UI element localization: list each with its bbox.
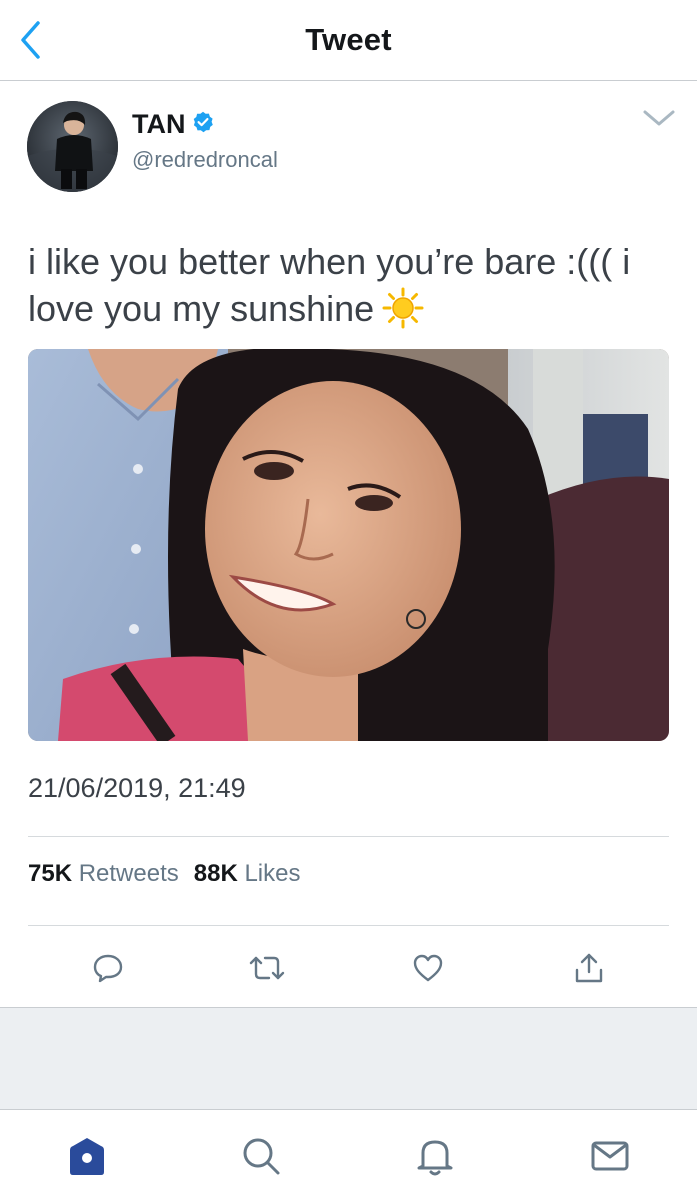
retweets-label: Retweets	[78, 860, 179, 887]
tweet-menu-button[interactable]	[641, 106, 677, 130]
page-title: Tweet	[305, 22, 392, 57]
notifications-icon	[417, 1140, 453, 1176]
reply-icon	[93, 954, 123, 983]
bottom-tab-bar	[0, 1111, 697, 1200]
tweet-text: i like you better when you’re bare :((( …	[28, 238, 668, 332]
avatar[interactable]	[27, 101, 118, 192]
tweet-body: i like you better when you’re bare :((( …	[28, 241, 631, 329]
share-icon	[575, 953, 603, 983]
tweet-timestamp: 21/06/2019, 21:49	[28, 773, 246, 803]
likes-count: 88K	[193, 860, 238, 887]
home-icon	[70, 1138, 104, 1175]
likes-stat[interactable]: 88K Likes	[194, 860, 301, 887]
like-button[interactable]	[406, 946, 450, 990]
divider	[28, 836, 669, 837]
retweet-button[interactable]	[245, 946, 289, 990]
tweet-actions	[0, 946, 697, 990]
verified-badge-icon	[193, 111, 213, 133]
tab-search[interactable]	[236, 1131, 286, 1181]
author-handle[interactable]: @redredroncal	[132, 147, 278, 173]
messages-icon	[591, 1141, 629, 1171]
tab-messages[interactable]	[585, 1131, 635, 1181]
retweet-icon	[249, 956, 285, 980]
tab-home[interactable]	[62, 1131, 112, 1181]
tweet-author: TAN @redredroncal	[27, 100, 677, 196]
like-icon	[413, 954, 443, 982]
tweet-detail-screen: Tweet TAN @redredroncal i like you bette…	[0, 0, 697, 1200]
author-display-name[interactable]: TAN	[132, 109, 186, 140]
retweets-stat[interactable]: 75K Retweets	[28, 860, 179, 887]
top-navigation-bar: Tweet	[0, 0, 697, 81]
search-icon	[243, 1138, 280, 1175]
chevron-down-icon	[643, 110, 675, 126]
tab-notifications[interactable]	[410, 1131, 460, 1181]
share-button[interactable]	[567, 946, 611, 990]
likes-label: Likes	[244, 860, 301, 887]
sun-icon	[382, 287, 424, 329]
reply-button[interactable]	[86, 946, 130, 990]
divider	[28, 925, 669, 926]
retweets-count: 75K	[28, 860, 73, 887]
empty-replies-area	[0, 1007, 697, 1110]
tweet-media-photo[interactable]	[28, 349, 669, 741]
tweet-stats: 75K Retweets 88K Likes	[28, 860, 300, 888]
